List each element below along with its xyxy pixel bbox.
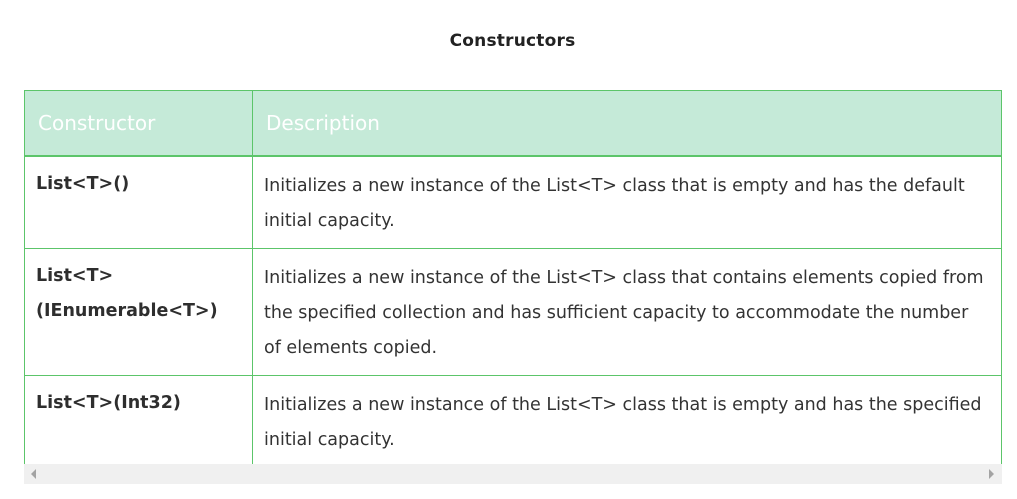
table-row: List<T>(IEnumerable<T>) Initializes a ne… (24, 248, 1002, 376)
constructors-table: Constructor Description List<T>() Initia… (24, 90, 1002, 468)
table-row: List<T>(Int32) Initializes a new instanc… (24, 375, 1002, 468)
constructor-description: Initializes a new instance of the List<T… (252, 155, 1002, 249)
triangle-right-icon[interactable] (989, 469, 994, 479)
horizontal-scrollbar[interactable] (24, 464, 1002, 484)
constructor-name: List<T>(IEnumerable<T>) (24, 248, 253, 376)
constructors-table-container: Constructor Description List<T>() Initia… (24, 90, 1002, 468)
triangle-left-icon[interactable] (31, 469, 36, 479)
constructor-name: List<T>(Int32) (24, 375, 253, 468)
table-caption: Constructors (449, 31, 576, 51)
constructor-description: Initializes a new instance of the List<T… (252, 248, 1002, 376)
table-header-row: Constructor Description (24, 90, 1002, 157)
table-row: List<T>() Initializes a new instance of … (24, 155, 1002, 249)
column-header-description: Description (252, 90, 1002, 157)
constructor-description: Initializes a new instance of the List<T… (252, 375, 1002, 468)
column-header-constructor: Constructor (24, 90, 253, 157)
constructor-name: List<T>() (24, 155, 253, 249)
